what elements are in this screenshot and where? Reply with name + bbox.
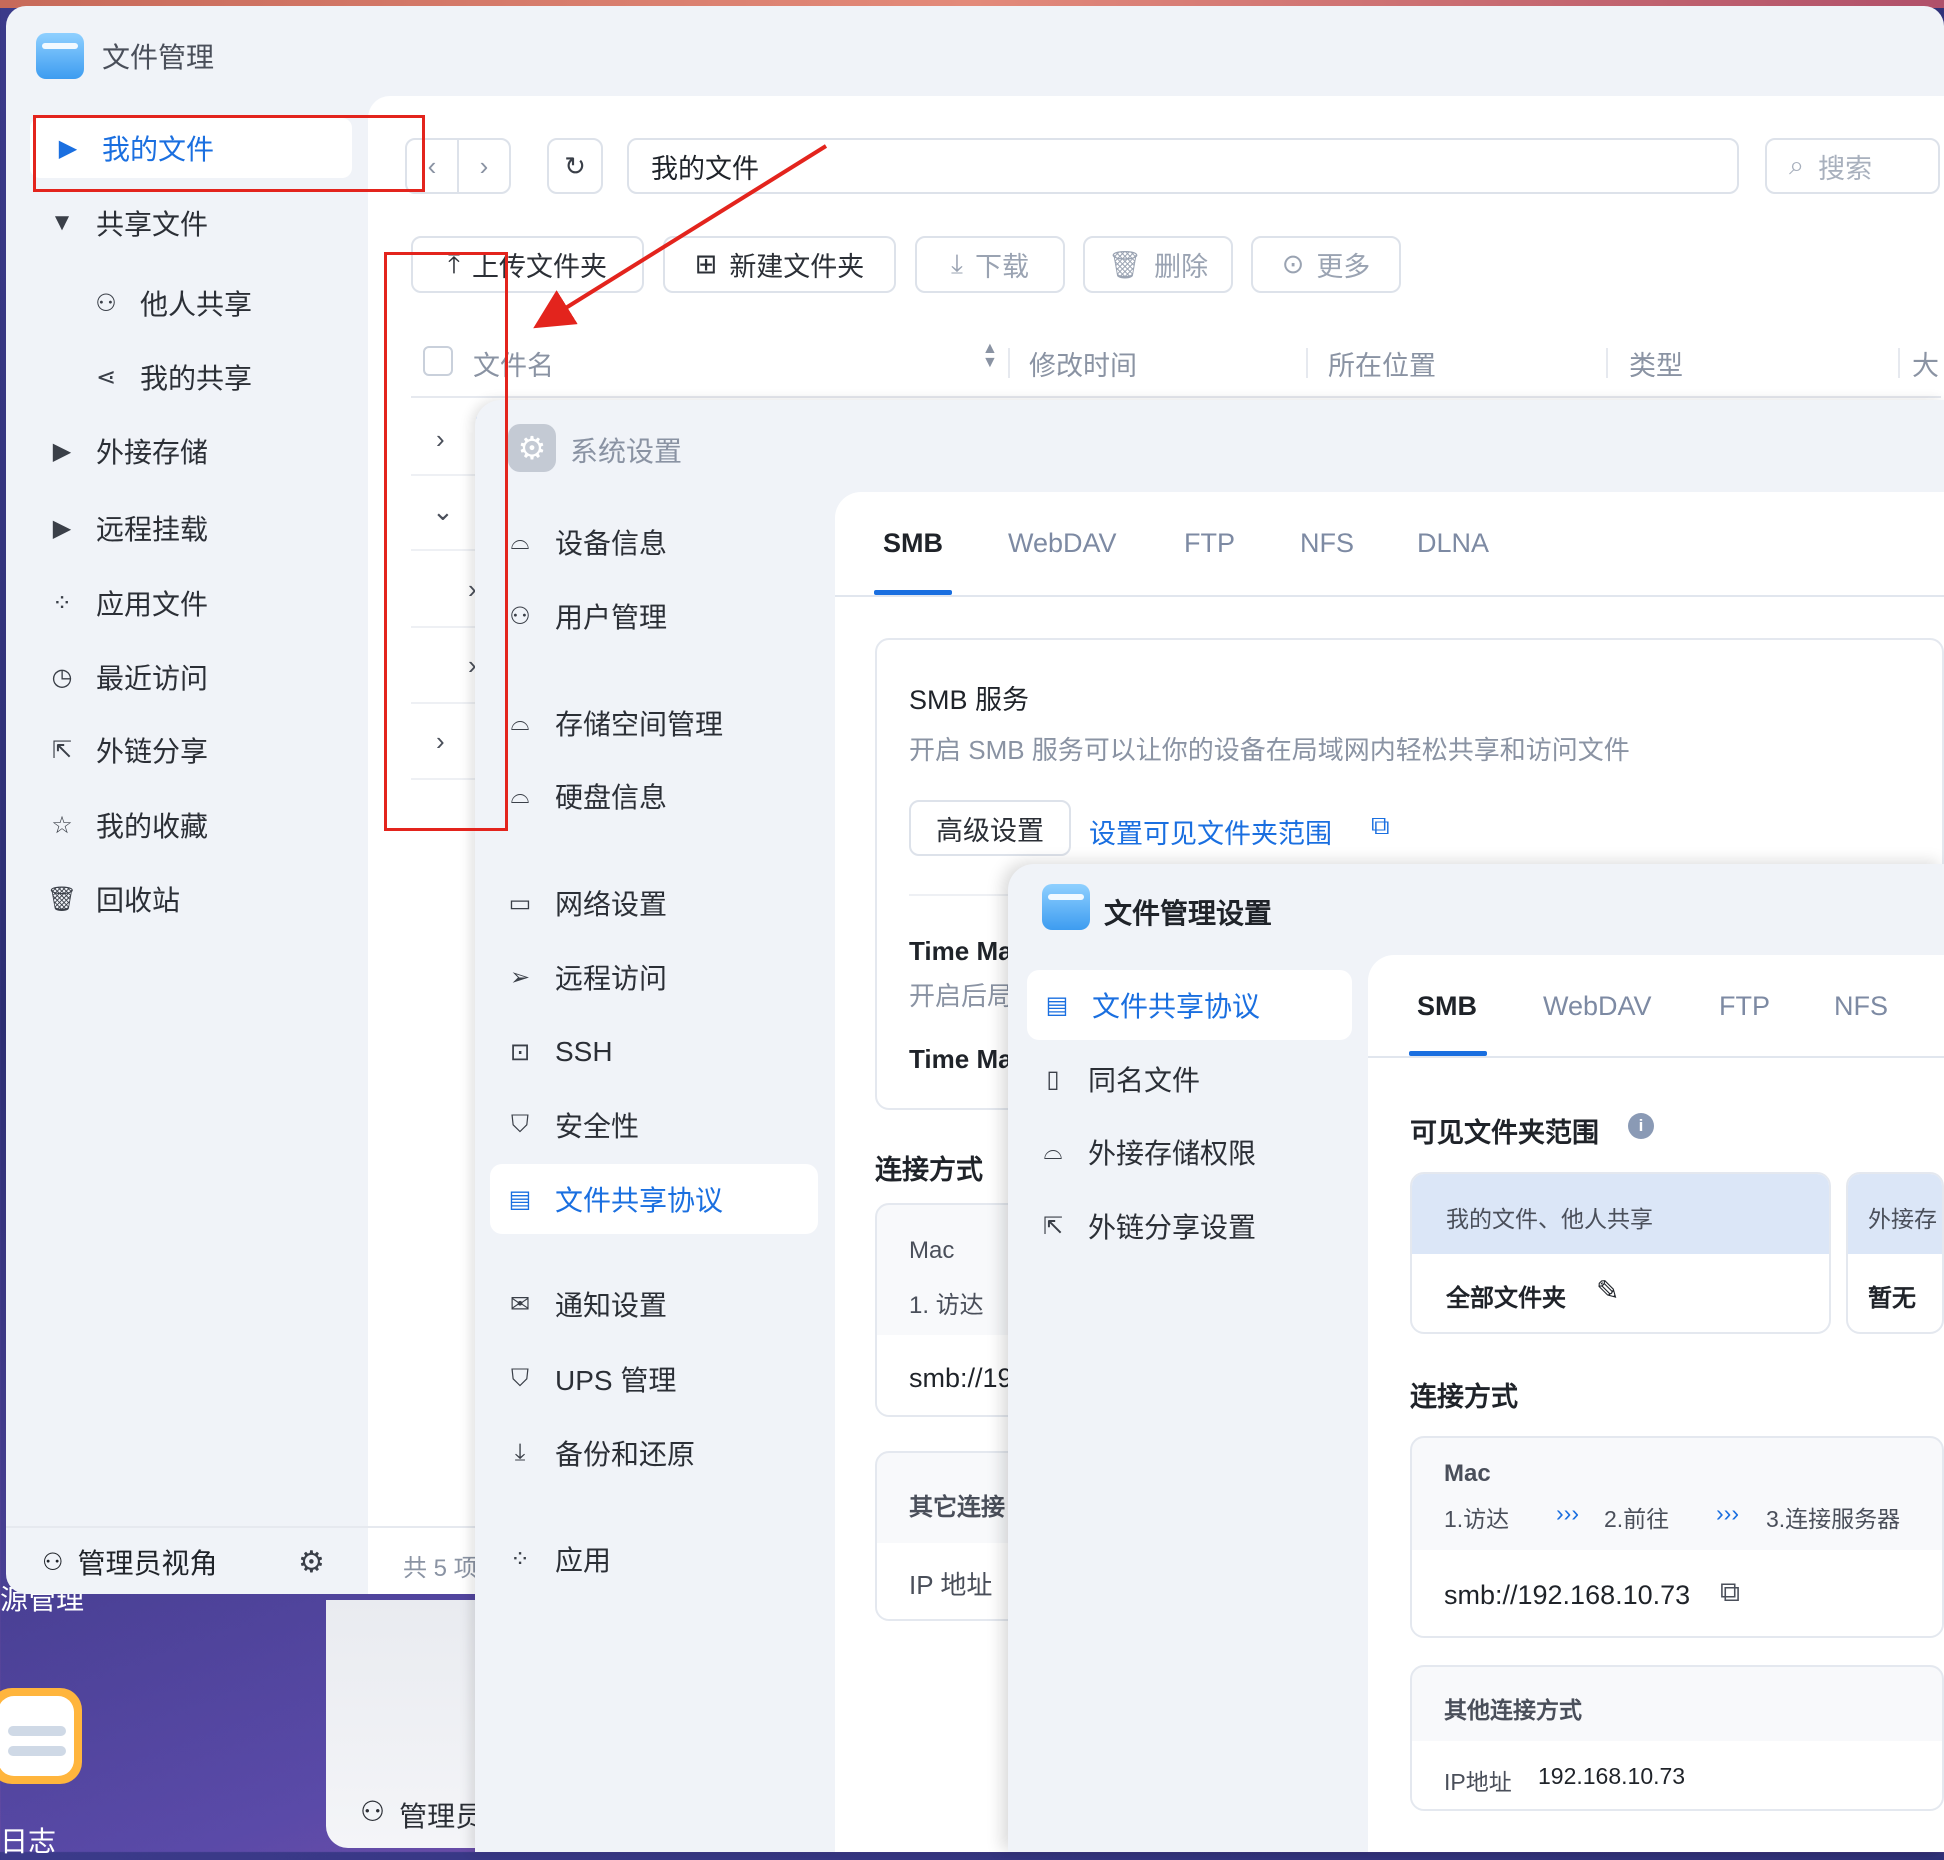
annotation-arrow [533, 144, 828, 329]
